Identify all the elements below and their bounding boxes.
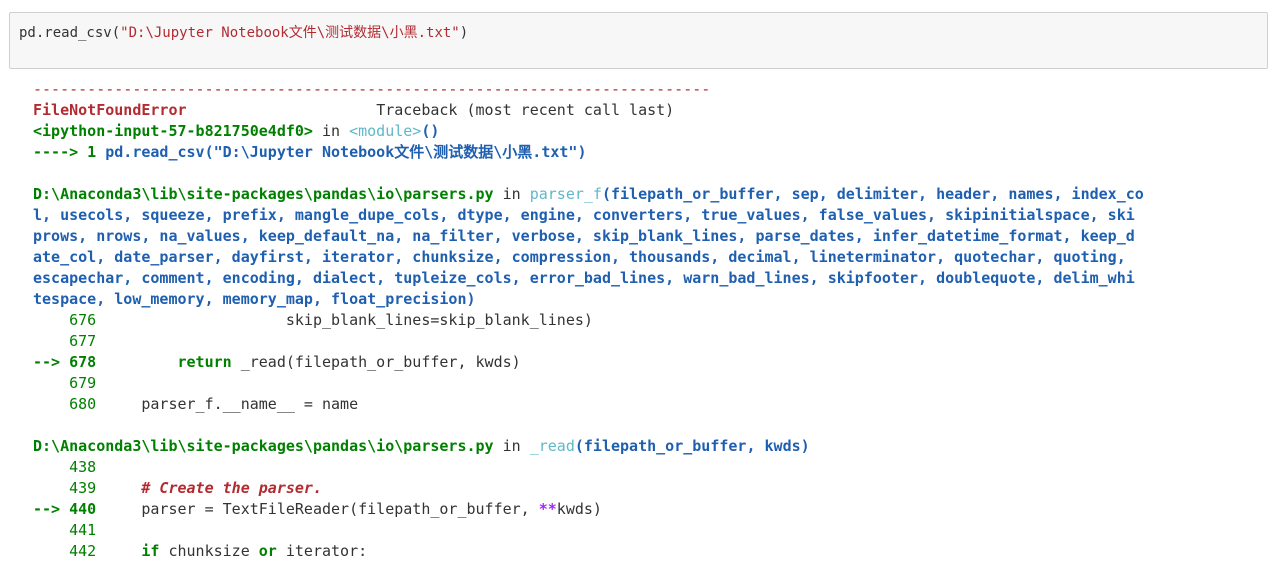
frame2-line-439: 439 # Create the parser. bbox=[33, 479, 322, 497]
frame1-line-678: --> 678 return _read(filepath_or_buffer,… bbox=[33, 353, 521, 371]
frame1-sig-5: tespace, low_memory, memory_map, float_p… bbox=[33, 290, 476, 308]
traceback-output: ----------------------------------------… bbox=[33, 79, 1144, 562]
frame0-header: <ipython-input-57-b821750e4df0> in <modu… bbox=[33, 122, 440, 140]
frame2-func: _read bbox=[529, 437, 575, 455]
code-prefix: pd.read_csv( bbox=[19, 25, 121, 41]
frame1-sig-2: prows, nrows, na_values, keep_default_na… bbox=[33, 227, 1135, 245]
frame2-line-442: 442 if chunksize or iterator: bbox=[33, 542, 368, 560]
frame1-line-679: 679 bbox=[33, 374, 97, 392]
frame0-arrow: ----> 1 bbox=[33, 143, 106, 161]
code-string: "D:\Jupyter Notebook文件\测试数据\小黑.txt" bbox=[120, 25, 460, 41]
code-input-cell[interactable]: pd.read_csv("D:\Jupyter Notebook文件\测试数据\… bbox=[9, 12, 1268, 69]
frame1-sig-3: ate_col, date_parser, dayfirst, iterator… bbox=[33, 248, 1126, 266]
frame1-header: D:\Anaconda3\lib\site-packages\pandas\io… bbox=[33, 185, 1144, 203]
frame1-func: parser_f bbox=[529, 185, 602, 203]
frame2-file: D:\Anaconda3\lib\site-packages\pandas\io… bbox=[33, 437, 494, 455]
frame1-sig-0: (filepath_or_buffer, sep, delimiter, hea… bbox=[601, 185, 1144, 203]
frame0-code-line: ----> 1 pd.read_csv("D:\Jupyter Notebook… bbox=[33, 142, 1144, 163]
traceback-label: Traceback (most recent call last) bbox=[376, 101, 675, 119]
frame2-line-440: --> 440 parser = TextFileReader(filepath… bbox=[33, 500, 602, 518]
frame0-func: <module> bbox=[349, 122, 422, 140]
frame2-line-438: 438 bbox=[33, 458, 97, 476]
frame2-header: D:\Anaconda3\lib\site-packages\pandas\io… bbox=[33, 437, 810, 455]
code-suffix: ) bbox=[459, 25, 469, 41]
frame1-line-677: 677 bbox=[33, 332, 97, 350]
frame0-location: <ipython-input-57-b821750e4df0> bbox=[33, 122, 313, 140]
frame1-sig-1: l, usecols, squeeze, prefix, mangle_dupe… bbox=[33, 206, 1135, 224]
frame1-line-680: 680 parser_f.__name__ = name bbox=[33, 395, 359, 413]
frame0-code: pd.read_csv("D:\Jupyter Notebook文件\测试数据\… bbox=[105, 143, 587, 161]
traceback-header: FileNotFoundError Traceback (most recent… bbox=[33, 100, 1144, 121]
code-editor[interactable]: pd.read_csv("D:\Jupyter Notebook文件\测试数据\… bbox=[19, 23, 468, 43]
frame1-file: D:\Anaconda3\lib\site-packages\pandas\io… bbox=[33, 185, 494, 203]
error-name: FileNotFoundError bbox=[33, 101, 187, 119]
traceback-rule: ----------------------------------------… bbox=[33, 80, 711, 98]
frame1-sig-4: escapechar, comment, encoding, dialect, … bbox=[33, 269, 1135, 287]
frame1-line-676: 676 skip_blank_lines=skip_blank_lines) bbox=[33, 311, 593, 329]
frame2-line-441: 441 bbox=[33, 521, 97, 539]
